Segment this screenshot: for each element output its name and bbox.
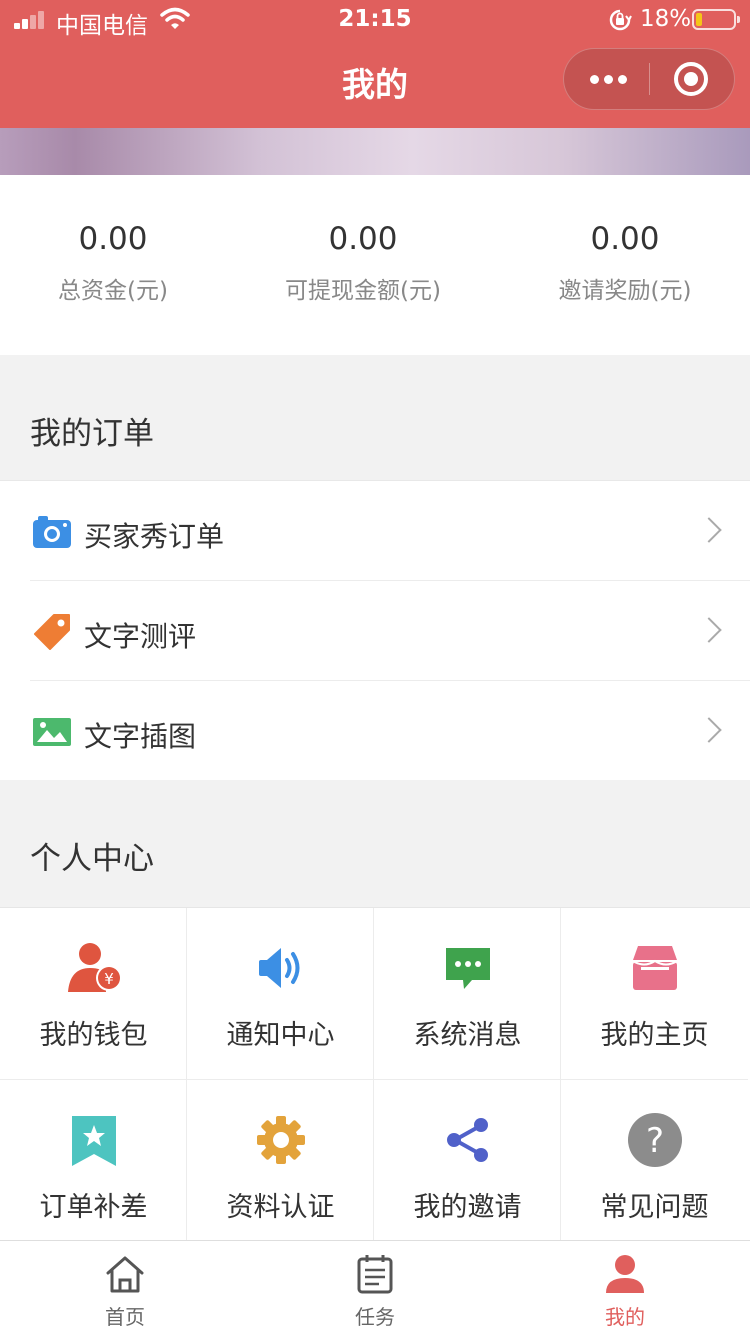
tab-label: 任务	[355, 1305, 395, 1329]
header: 中国电信 21:15 18% 我的	[0, 0, 750, 128]
order-item-label: 文字测评	[84, 620, 197, 653]
orientation-lock-icon	[609, 9, 632, 31]
more-button[interactable]	[564, 49, 650, 109]
stat-invite-reward: 0.00 邀请奖励(元)	[500, 221, 750, 305]
section-title: 个人中心	[30, 841, 154, 877]
chevron-right-icon	[696, 617, 722, 643]
close-miniprogram-button[interactable]	[674, 62, 708, 96]
order-item-buyer-show[interactable]: 买家秀订单	[0, 481, 750, 581]
grid-item-label: 我的钱包	[39, 1020, 148, 1051]
orders-list: 买家秀订单 文字测评 文字插图	[0, 480, 750, 780]
wallet-icon: ¥	[68, 943, 122, 992]
svg-text:¥: ¥	[104, 970, 114, 988]
status-bar: 中国电信 21:15 18%	[0, 0, 750, 40]
task-icon	[357, 1255, 393, 1294]
speaker-icon	[259, 948, 300, 988]
miniprogram-capsule	[563, 48, 735, 110]
help-icon: ?	[628, 1113, 682, 1167]
order-item-text-illustration[interactable]: 文字插图	[0, 681, 750, 781]
grid-item-label: 资料认证	[226, 1192, 335, 1223]
share-icon	[447, 1118, 488, 1162]
grid-item-system-messages[interactable]: 系统消息	[374, 908, 561, 1080]
grid-item-label: 常见问题	[600, 1192, 709, 1223]
tab-mine[interactable]: 我的	[500, 1241, 750, 1334]
grid-item-wallet[interactable]: ¥ 我的钱包	[0, 908, 187, 1080]
grid-item-order-difference[interactable]: 订单补差	[0, 1080, 187, 1252]
grid-item-faq[interactable]: ? 常见问题	[561, 1080, 748, 1252]
tab-label: 我的	[605, 1305, 645, 1329]
tab-label: 首页	[105, 1305, 145, 1329]
personal-section-header: 个人中心	[0, 781, 750, 905]
grid-item-label: 通知中心	[226, 1020, 335, 1051]
stat-withdrawable: 0.00 可提现金额(元)	[238, 221, 488, 305]
order-item-label: 文字插图	[84, 720, 197, 753]
tab-tasks[interactable]: 任务	[250, 1241, 500, 1334]
grid-item-label: 我的主页	[600, 1020, 709, 1051]
section-title: 我的订单	[30, 416, 154, 452]
store-icon	[632, 946, 678, 990]
profile-banner	[0, 128, 750, 175]
message-icon	[446, 948, 490, 989]
stat-total-funds: 0.00 总资金(元)	[0, 221, 238, 305]
camera-icon	[33, 516, 71, 548]
stat-value: 0.00	[590, 221, 660, 257]
battery-icon	[692, 9, 740, 30]
user-icon	[606, 1255, 644, 1293]
bottom-tab-bar: 首页 任务 我的	[0, 1240, 750, 1334]
chevron-right-icon	[696, 717, 722, 743]
battery-percent: 18%	[640, 6, 692, 32]
stat-label: 可提现金额(元)	[285, 278, 441, 304]
gear-icon	[257, 1116, 305, 1164]
mine-page: { "status_bar": { "carrier": "中国电信", "ti…	[0, 0, 750, 1334]
grid-item-notifications[interactable]: 通知中心	[187, 908, 374, 1080]
grid-item-label: 系统消息	[413, 1020, 522, 1051]
grid-item-label: 我的邀请	[413, 1192, 522, 1223]
svg-text:?: ?	[646, 1121, 664, 1161]
chevron-right-icon	[696, 517, 722, 543]
capsule-divider	[649, 63, 650, 95]
balance-summary: 0.00 总资金(元) 0.00 可提现金额(元) 0.00 邀请奖励(元)	[0, 175, 750, 355]
tag-icon	[34, 614, 70, 650]
grid-item-label: 订单补差	[39, 1192, 148, 1223]
stat-label: 总资金(元)	[58, 278, 168, 304]
status-time: 21:15	[338, 6, 412, 32]
stat-value: 0.00	[78, 221, 148, 257]
orders-section-header: 我的订单	[0, 356, 750, 480]
home-icon	[106, 1256, 144, 1293]
image-icon	[33, 718, 71, 746]
bookmark-star-icon	[72, 1116, 116, 1166]
personal-center-grid: ¥ 我的钱包 通知中心 系统消息 我的主页 订单补差 资料认证 我的邀请 ? 常…	[0, 907, 750, 1252]
order-item-label: 买家秀订单	[84, 520, 225, 553]
tab-home[interactable]: 首页	[0, 1241, 250, 1334]
grid-item-verification[interactable]: 资料认证	[187, 1080, 374, 1252]
grid-item-my-invitations[interactable]: 我的邀请	[374, 1080, 561, 1252]
grid-item-my-homepage[interactable]: 我的主页	[561, 908, 748, 1080]
stat-label: 邀请奖励(元)	[558, 278, 692, 304]
stat-value: 0.00	[328, 221, 398, 257]
order-item-text-review[interactable]: 文字测评	[0, 581, 750, 681]
